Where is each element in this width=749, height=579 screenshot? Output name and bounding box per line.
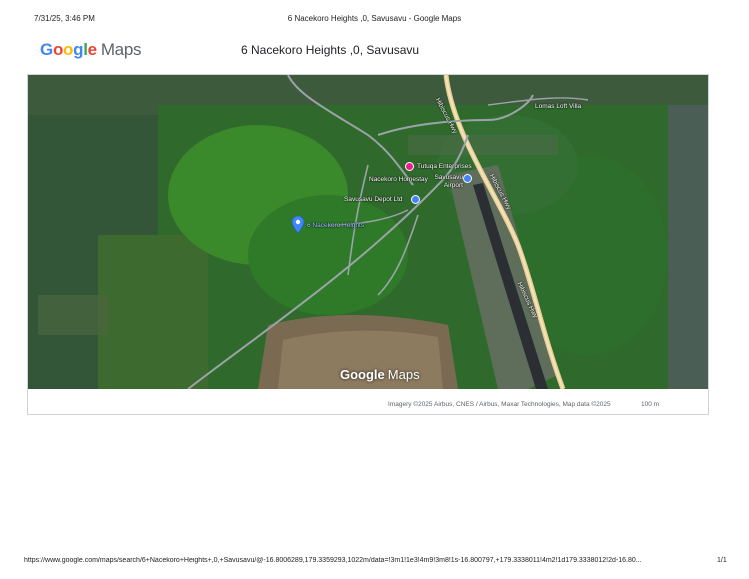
- place-label-lomas-loft-villa[interactable]: Lomas Loft Villa: [535, 103, 581, 110]
- shop-poi-icon[interactable]: [411, 195, 420, 204]
- place-title: 6 Nacekoro Heights ,0, Savusavu: [241, 43, 420, 57]
- map-scale[interactable]: 100 m: [641, 401, 659, 408]
- place-label-savusavu-depot[interactable]: Savusavu Depot Ltd: [344, 196, 403, 203]
- place-label-enterprises[interactable]: Tutuqa Enterprises: [417, 163, 472, 170]
- place-label-savusavu-airport[interactable]: Savusavu Airport: [431, 174, 463, 190]
- pin-label[interactable]: 6 Nacekoro Heights: [307, 222, 364, 229]
- hotel-poi-icon[interactable]: [405, 162, 414, 171]
- google-maps-logo: Google Maps: [40, 40, 141, 60]
- print-page-number: 1/1: [717, 557, 727, 564]
- logo-maps: Maps: [100, 40, 142, 59]
- airport-poi-icon[interactable]: [463, 174, 472, 183]
- satellite-map[interactable]: Hibiscus Hwy Hibiscus Hwy Hibiscus Hwy L…: [28, 75, 708, 389]
- google-maps-watermark: Google Maps: [340, 367, 420, 382]
- map-frame: Hibiscus Hwy Hibiscus Hwy Hibiscus Hwy L…: [27, 74, 709, 415]
- map-imagery: [28, 75, 708, 389]
- logo-google: Google: [40, 40, 97, 59]
- map-attribution-bar: Imagery ©2025 Airbus, CNES / Airbus, Max…: [28, 395, 708, 409]
- print-url: https://www.google.com/maps/search/6+Nac…: [24, 557, 642, 564]
- location-pin-icon[interactable]: [292, 216, 304, 233]
- imagery-attribution[interactable]: Imagery ©2025 Airbus, CNES / Airbus, Max…: [388, 401, 611, 408]
- place-label-nacekoro-homestay[interactable]: Nacekoro Homestay: [369, 176, 428, 183]
- print-page-title: 6 Nacekoro Heights ,0, Savusavu - Google…: [287, 14, 462, 23]
